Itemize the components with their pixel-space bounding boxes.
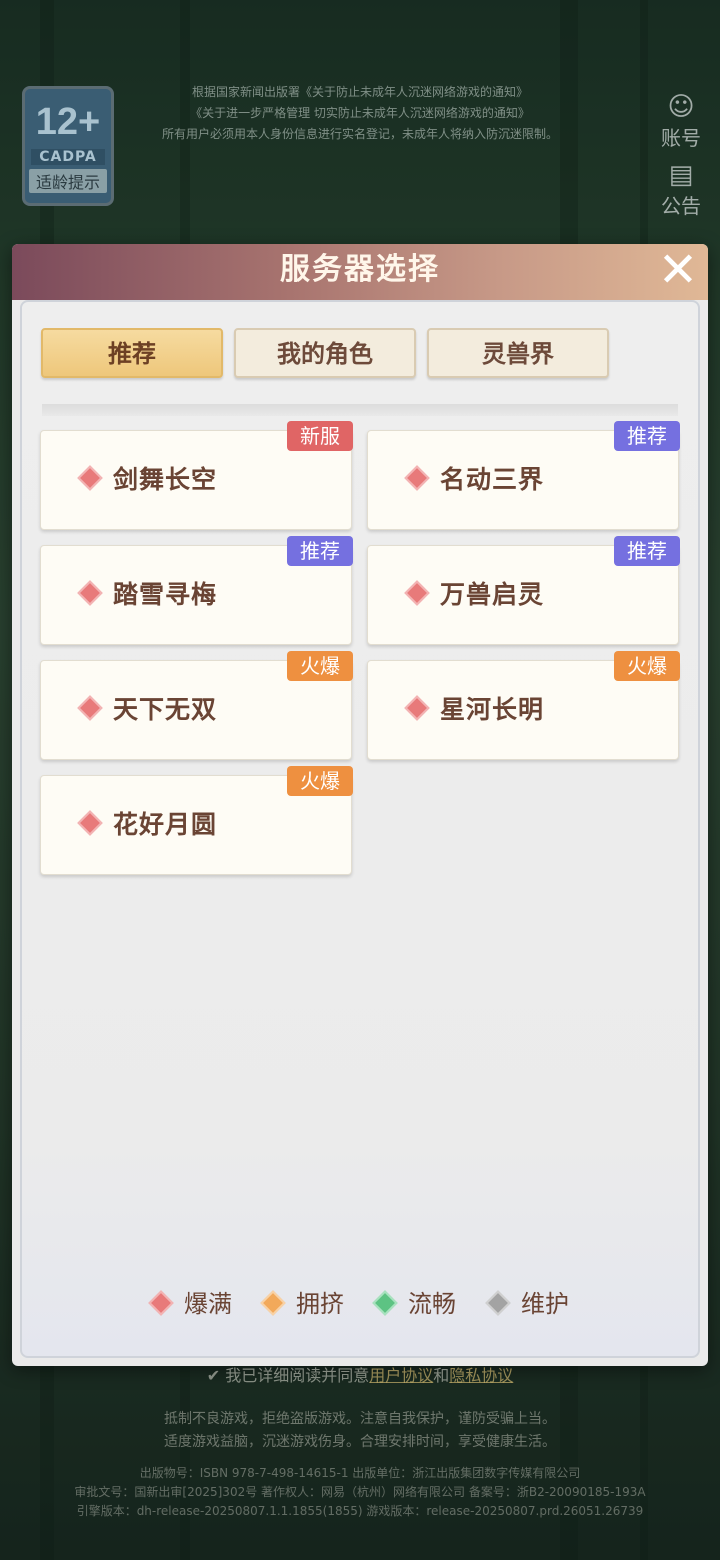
- legend-item-smooth: 流畅: [372, 1284, 456, 1324]
- server-card[interactable]: 万兽启灵 推荐: [367, 536, 680, 645]
- privacy-policy-link[interactable]: 隐私协议: [449, 1366, 513, 1385]
- server-tag-badge: 推荐: [614, 421, 680, 451]
- checkmark-icon[interactable]: ✔: [207, 1366, 220, 1385]
- server-tag-badge: 推荐: [287, 536, 353, 566]
- smooth-diamond-icon: [372, 1290, 398, 1316]
- tab-spirit-realm[interactable]: 灵兽界: [427, 328, 609, 378]
- age-rating-number: 12+: [35, 101, 101, 143]
- server-tag-badge: 推荐: [614, 536, 680, 566]
- legend-label: 拥挤: [296, 1290, 344, 1318]
- health-notice-line: 抵制不良游戏，拒绝盗版游戏。注意自我保护，谨防受骗上当。: [164, 1411, 556, 1427]
- server-name: 万兽启灵: [440, 580, 545, 609]
- server-select-dialog: 服务器选择 ✕ 推荐 我的角色 灵兽界 剑舞长空 新服 名动三界 推荐 踏雪寻梅…: [12, 244, 708, 1366]
- server-card[interactable]: 花好月圆 火爆: [40, 766, 353, 875]
- agreement-and: 和: [433, 1366, 450, 1385]
- server-card[interactable]: 星河长明 火爆: [367, 651, 680, 760]
- close-icon: ✕: [657, 244, 699, 298]
- version-info: 引擎版本：dh-release-20250807.1.1.1855(1855) …: [76, 1504, 644, 1518]
- anti-addiction-notice: 根据国家新闻出版署《关于防止未成年人沉迷网络游戏的通知》 《关于进一步严格管理 …: [120, 82, 600, 145]
- server-name: 星河长明: [440, 695, 545, 724]
- server-card[interactable]: 名动三界 推荐: [367, 421, 680, 530]
- account-button[interactable]: ☺ 账号: [656, 92, 706, 151]
- tab-my-characters[interactable]: 我的角色: [234, 328, 416, 378]
- server-name: 剑舞长空: [113, 465, 218, 494]
- legend-item-maintenance: 维护: [485, 1284, 569, 1324]
- account-label: 账号: [661, 126, 701, 150]
- notice-line: 所有用户必须用本人身份信息进行实名登记，未成年人将纳入防沉迷限制。: [161, 127, 558, 141]
- server-card[interactable]: 踏雪寻梅 推荐: [40, 536, 353, 645]
- legend-item-crowded: 拥挤: [260, 1284, 344, 1324]
- publication-info: 出版物号：ISBN 978-7-498-14615-1 出版单位：浙江出版集团数…: [139, 1466, 581, 1480]
- status-diamond-icon: [77, 465, 103, 491]
- user-agreement-link[interactable]: 用户协议: [369, 1366, 433, 1385]
- status-diamond-icon: [77, 695, 103, 721]
- dialog-header: 服务器选择 ✕: [12, 244, 708, 300]
- status-diamond-icon: [77, 580, 103, 606]
- user-icon: ☺: [667, 92, 695, 122]
- crowded-diamond-icon: [260, 1290, 286, 1316]
- announcement-label: 公告: [661, 194, 701, 218]
- announcement-button[interactable]: ▤ 公告: [656, 160, 706, 219]
- maintenance-diamond-icon: [485, 1290, 511, 1316]
- server-name: 花好月圆: [113, 810, 218, 839]
- legend-label: 流畅: [408, 1290, 456, 1318]
- server-tag-badge: 火爆: [614, 651, 680, 681]
- notice-line: 根据国家新闻出版署《关于防止未成年人沉迷网络游戏的通知》: [191, 85, 528, 99]
- full-diamond-icon: [148, 1290, 174, 1316]
- divider: [42, 404, 678, 416]
- scroll-icon: ▤: [668, 160, 694, 190]
- close-button[interactable]: ✕: [654, 246, 702, 296]
- server-tag-badge: 新服: [287, 421, 353, 451]
- age-rating-tip: 适龄提示: [29, 169, 107, 193]
- agreement-text: 我已详细阅读并同意: [225, 1366, 370, 1385]
- server-name: 踏雪寻梅: [113, 580, 218, 609]
- server-card[interactable]: 天下无双 火爆: [40, 651, 353, 760]
- server-tag-badge: 火爆: [287, 651, 353, 681]
- health-notice-line: 适度游戏益脑，沉迷游戏伤身。合理安排时间，享受健康生活。: [164, 1434, 556, 1450]
- status-diamond-icon: [404, 695, 430, 721]
- tab-recommended[interactable]: 推荐: [41, 328, 223, 378]
- status-diamond-icon: [404, 465, 430, 491]
- notice-line: 《关于进一步严格管理 切实防止未成年人沉迷网络游戏的通知》: [190, 106, 530, 120]
- agreement-row[interactable]: ✔ 我已详细阅读并同意用户协议和隐私协议: [0, 1362, 720, 1386]
- approval-info: 审批文号：国新出审[2025]302号 著作权人：网易（杭州）网络有限公司 备案…: [74, 1485, 646, 1499]
- status-diamond-icon: [77, 810, 103, 836]
- legend-label: 爆满: [184, 1290, 232, 1318]
- age-rating-badge[interactable]: 12+ CADPA 适龄提示: [22, 86, 114, 206]
- legend-item-full: 爆满: [148, 1284, 232, 1324]
- dialog-title: 服务器选择: [280, 252, 440, 287]
- server-card[interactable]: 剑舞长空 新服: [40, 421, 353, 530]
- legend-label: 维护: [521, 1290, 569, 1318]
- age-rating-org: CADPA: [31, 149, 105, 165]
- server-tag-badge: 火爆: [287, 766, 353, 796]
- server-name: 名动三界: [440, 465, 545, 494]
- server-name: 天下无双: [113, 695, 218, 724]
- status-diamond-icon: [404, 580, 430, 606]
